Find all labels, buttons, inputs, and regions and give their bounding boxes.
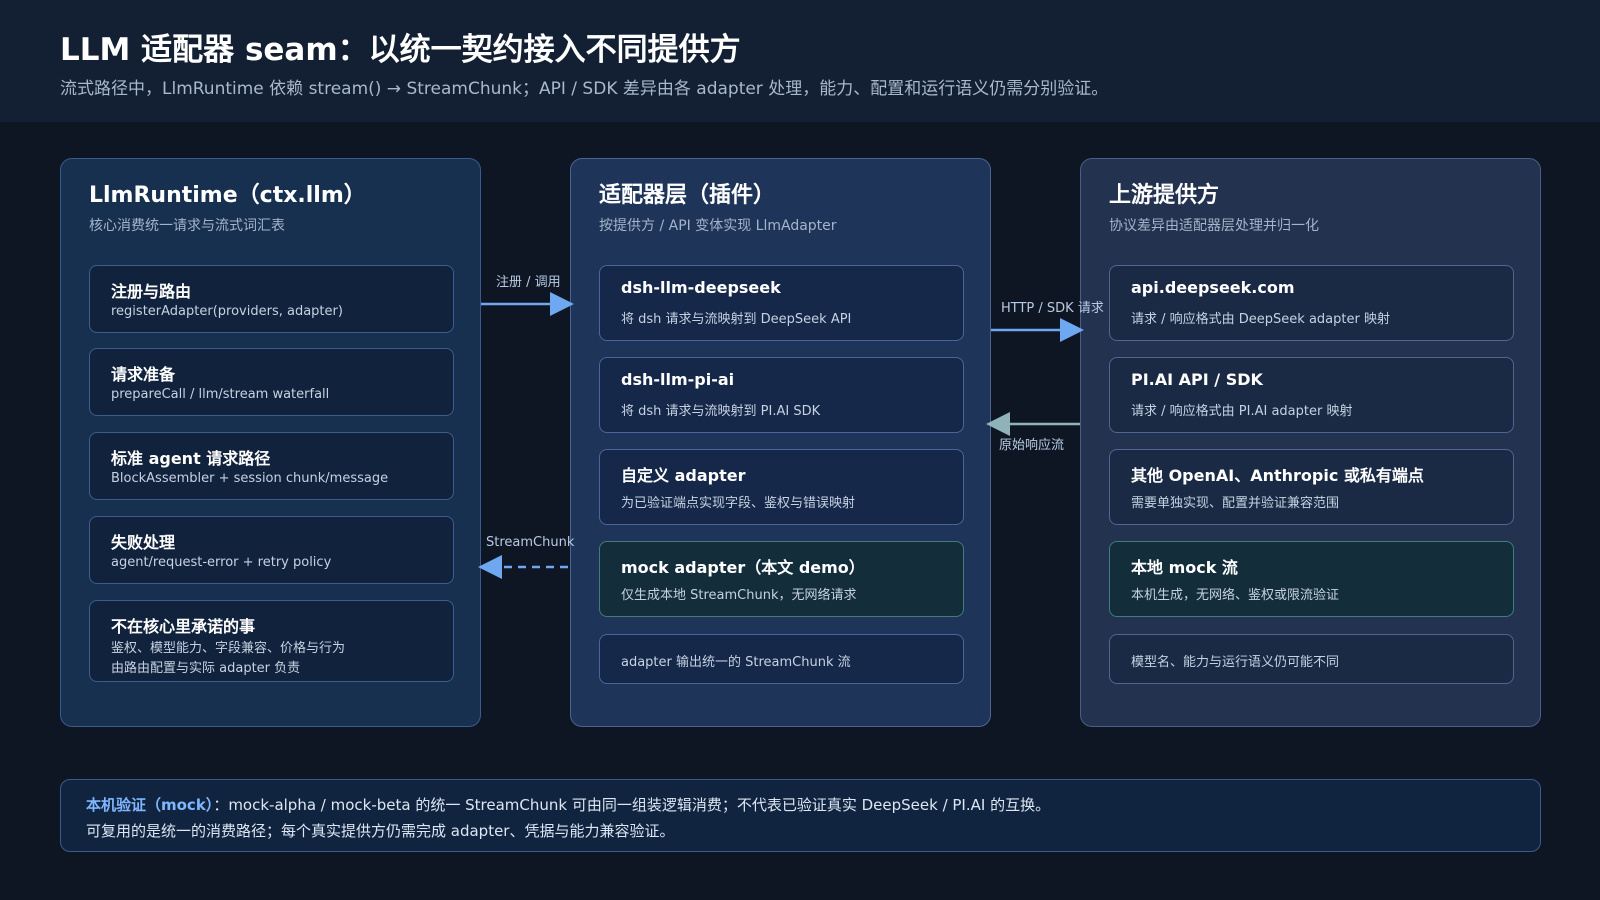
arrow-stream-chunk [478, 555, 568, 579]
card-desc: 请求 / 响应格式由 DeepSeek adapter 映射 [1131, 312, 1390, 327]
card-custom-adapter: 自定义 adapter 为已验证端点实现字段、鉴权与错误映射 [599, 449, 964, 525]
card-title: 不在核心里承诺的事 [111, 617, 256, 636]
upstream-provider-panel: 上游提供方 协议差异由适配器层处理并归一化 api.deepseek.com 请… [1080, 158, 1541, 727]
panel-subtitle: 按提供方 / API 变体实现 LlmAdapter [599, 218, 837, 234]
card-other-provider: 其他 OpenAI、Anthropic 或私有端点 需要单独实现、配置并验证兼容… [1109, 449, 1514, 525]
footer-line-2: 可复用的是统一的消费路径；每个真实提供方仍需完成 adapter、凭据与能力兼容… [86, 822, 675, 840]
card-request-prep: 请求准备 prepareCall / llm/stream waterfall [89, 348, 454, 416]
label-stream-chunk: StreamChunk [486, 535, 575, 550]
card-unified-output: adapter 输出统一的 StreamChunk 流 [599, 634, 964, 684]
card-desc: 需要单独实现、配置并验证兼容范围 [1131, 496, 1340, 511]
footer-line-1-text: ：mock-alpha / mock-beta 的统一 StreamChunk … [213, 796, 1051, 814]
panel-subtitle: 核心消费统一请求与流式词汇表 [89, 218, 285, 234]
card-title: dsh-llm-deepseek [621, 278, 781, 297]
card-title: api.deepseek.com [1131, 278, 1295, 297]
card-register-route: 注册与路由 registerAdapter(providers, adapter… [89, 265, 454, 333]
panel-title: LlmRuntime（ctx.llm） [89, 183, 366, 208]
arrow-register-call [481, 292, 574, 316]
footer-line-1: 本机验证（mock）：mock-alpha / mock-beta 的统一 St… [86, 794, 1050, 815]
card-pi-ai-provider: PI.AI API / SDK 请求 / 响应格式由 PI.AI adapter… [1109, 357, 1514, 433]
card-not-promised: 不在核心里承诺的事 鉴权、模型能力、字段兼容、价格与行为 由路由配置与实际 ad… [89, 600, 454, 682]
card-desc: agent/request-error + retry policy [111, 555, 332, 570]
panel-title: 适配器层（插件） [599, 183, 776, 208]
label-http-sdk: HTTP / SDK 请求 [1001, 301, 1104, 316]
page-subtitle: 流式路径中，LlmRuntime 依赖 stream() → StreamChu… [60, 79, 1109, 99]
card-pi-ai-adapter: dsh-llm-pi-ai 将 dsh 请求与流映射到 PI.AI SDK [599, 357, 964, 433]
adapter-layer-panel: 适配器层（插件） 按提供方 / API 变体实现 LlmAdapter dsh-… [570, 158, 991, 727]
panel-title: 上游提供方 [1109, 183, 1220, 208]
card-desc-line: 由路由配置与实际 adapter 负责 [111, 661, 301, 676]
footer-highlight: 本机验证（mock） [86, 796, 214, 814]
card-agent-path: 标准 agent 请求路径 BlockAssembler + session c… [89, 432, 454, 500]
card-desc: 仅生成本地 StreamChunk，无网络请求 [621, 588, 857, 603]
card-local-mock: 本地 mock 流 本机生成，无网络、鉴权或限流验证 [1109, 541, 1514, 617]
card-desc: 为已验证端点实现字段、鉴权与错误映射 [621, 496, 856, 511]
card-desc: 将 dsh 请求与流映射到 PI.AI SDK [621, 404, 821, 419]
card-semantics-note: 模型名、能力与运行语义仍可能不同 [1109, 634, 1514, 684]
arrow-raw-response [986, 412, 1080, 436]
card-title: PI.AI API / SDK [1131, 370, 1263, 389]
card-title: dsh-llm-pi-ai [621, 370, 735, 389]
page-title: LLM 适配器 seam：以统一契约接入不同提供方 [60, 32, 741, 68]
card-mock-adapter: mock adapter（本文 demo） 仅生成本地 StreamChunk，… [599, 541, 964, 617]
card-title: 注册与路由 [111, 282, 192, 301]
card-title: 失败处理 [111, 533, 176, 552]
card-desc: 将 dsh 请求与流映射到 DeepSeek API [621, 312, 852, 327]
label-raw-response: 原始响应流 [999, 438, 1065, 453]
card-desc: 请求 / 响应格式由 PI.AI adapter 映射 [1131, 404, 1353, 419]
arrow-http-sdk [991, 318, 1084, 342]
llm-runtime-panel: LlmRuntime（ctx.llm） 核心消费统一请求与流式词汇表 注册与路由… [60, 158, 481, 727]
card-failure: 失败处理 agent/request-error + retry policy [89, 516, 454, 584]
footer-note: 本机验证（mock）：mock-alpha / mock-beta 的统一 St… [60, 779, 1541, 852]
card-title: mock adapter（本文 demo） [621, 558, 865, 577]
card-title: 自定义 adapter [621, 466, 746, 485]
card-desc: 鉴权、模型能力、字段兼容、价格与行为 由路由配置与实际 adapter 负责 [111, 639, 345, 679]
card-desc: 模型名、能力与运行语义仍可能不同 [1131, 655, 1340, 670]
card-desc: registerAdapter(providers, adapter) [111, 304, 343, 319]
card-desc: adapter 输出统一的 StreamChunk 流 [621, 655, 851, 670]
label-register-call: 注册 / 调用 [496, 275, 561, 290]
card-desc: BlockAssembler + session chunk/message [111, 471, 389, 486]
card-title: 请求准备 [111, 365, 176, 384]
header: LLM 适配器 seam：以统一契约接入不同提供方 流式路径中，LlmRunti… [0, 0, 1600, 122]
panel-subtitle: 协议差异由适配器层处理并归一化 [1109, 218, 1319, 234]
card-title: 其他 OpenAI、Anthropic 或私有端点 [1131, 466, 1424, 485]
card-desc-line: 鉴权、模型能力、字段兼容、价格与行为 [111, 641, 346, 656]
card-desc: 本机生成，无网络、鉴权或限流验证 [1131, 588, 1340, 603]
card-deepseek-adapter: dsh-llm-deepseek 将 dsh 请求与流映射到 DeepSeek … [599, 265, 964, 341]
card-title: 本地 mock 流 [1131, 558, 1238, 577]
card-title: 标准 agent 请求路径 [111, 449, 271, 468]
card-deepseek-provider: api.deepseek.com 请求 / 响应格式由 DeepSeek ada… [1109, 265, 1514, 341]
card-desc: prepareCall / llm/stream waterfall [111, 387, 330, 402]
